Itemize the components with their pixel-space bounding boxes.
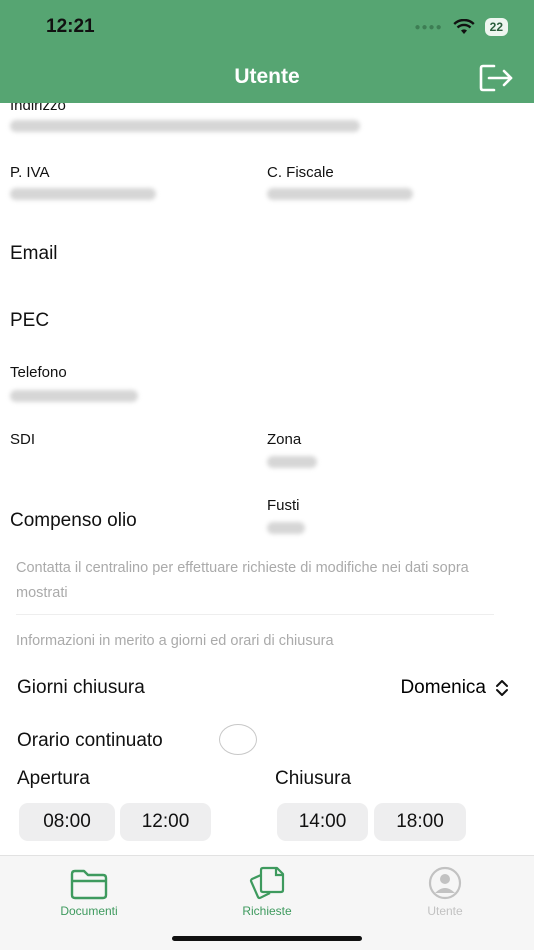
chevron-up-down-icon [496,680,508,696]
documents-icon [249,866,285,900]
giorni-chiusura-select[interactable]: Domenica [400,677,510,699]
telefono-label: Telefono [10,364,67,381]
fusti-label: Fusti [267,497,300,514]
zona-value-redacted [267,456,317,468]
tab-documenti[interactable]: Documenti [0,856,178,918]
wifi-icon [453,19,475,34]
chiusura-from-button[interactable]: 14:00 [277,803,368,841]
sdi-label: SDI [10,431,36,448]
piva-value-redacted [10,188,156,200]
page-title: Utente [234,65,300,88]
email-label: Email [10,243,58,264]
user-details-scroll[interactable]: Indirizzo P. IVA C. Fiscale Email PEC Te… [0,103,534,855]
giorni-chiusura-label: Giorni chiusura [17,677,145,698]
status-icons: ●●●● 22 [414,18,508,36]
tab-utente[interactable]: Utente [356,856,534,918]
cf-label: C. Fiscale [267,164,334,181]
folder-icon [70,869,108,900]
indirizzo-value-redacted [10,120,360,132]
orario-continuato-label: Orario continuato [17,730,163,751]
fusti-value-redacted [267,522,305,534]
zona-label: Zona [267,431,302,448]
tab-bar: Documenti Richieste Utente [0,855,534,950]
giorni-chiusura-value: Domenica [400,677,486,698]
tab-utente-label: Utente [427,904,463,918]
battery-indicator: 22 [484,18,508,36]
apertura-to-button[interactable]: 12:00 [120,803,211,841]
app-header: 12:21 ●●●● 22 Utente [0,0,534,103]
signal-icon: ●●●● [414,21,443,33]
chiusura-label: Chiusura [275,768,352,789]
telefono-value-redacted [10,390,138,402]
divider [16,614,494,615]
indirizzo-label: Indirizzo [10,103,66,114]
closure-info-note: Informazioni in merito a giorni ed orari… [16,633,334,649]
tab-richieste-label: Richieste [242,904,292,918]
chiusura-to-button[interactable]: 18:00 [374,803,466,841]
apertura-from-button[interactable]: 08:00 [19,803,115,841]
orario-continuato-radio[interactable] [219,724,257,755]
logout-icon[interactable] [478,62,514,94]
piva-label: P. IVA [10,164,50,181]
home-indicator [172,936,362,941]
compenso-label: Compenso olio [10,510,137,531]
cf-value-redacted [267,188,413,200]
apertura-label: Apertura [17,768,90,789]
tab-richieste[interactable]: Richieste [178,856,356,918]
pec-label: PEC [10,310,50,331]
user-icon [428,866,462,900]
status-time: 12:21 [46,16,95,37]
contact-note: Contatta il centralino per effettuare ri… [16,560,469,601]
tab-documenti-label: Documenti [60,904,118,918]
